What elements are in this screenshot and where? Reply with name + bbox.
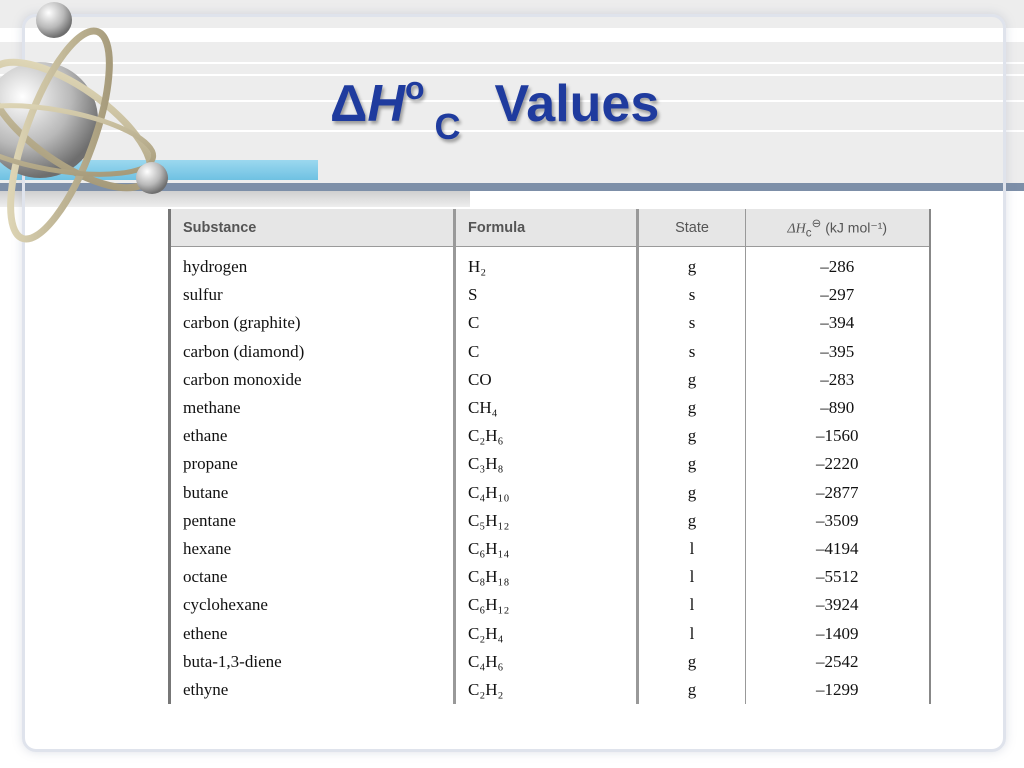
cell-substance: propane (168, 450, 456, 479)
cell-substance: sulfur (168, 281, 456, 310)
title-word: Values (494, 75, 660, 133)
cell-state: l (637, 563, 746, 592)
cell-state: g (637, 478, 746, 507)
table-row: ethene C₂H₄ l –1409 (168, 619, 931, 648)
header-formula: Formula (454, 209, 639, 247)
table-row: butane C₄H₁₀ g –2877 (168, 478, 931, 507)
header-enthalpy-sup: ⊖ (811, 216, 822, 230)
header-enthalpy-unit: (kJ mol⁻¹) (825, 219, 888, 236)
cell-enthalpy: –890 (745, 393, 931, 423)
cell-state: l (637, 534, 746, 564)
cell-formula: C₅H₁₂ (454, 506, 639, 535)
atom-icon (0, 2, 168, 243)
table-row: carbon (graphite) Cs –394 (168, 309, 931, 338)
cell-enthalpy: –1560 (745, 422, 931, 451)
cell-substance: carbon (graphite) (168, 309, 456, 338)
table-header-row: Substance Formula State ΔHc⊖ (kJ mol⁻¹) (168, 209, 931, 247)
header-enthalpy: ΔHc⊖ (kJ mol⁻¹) (745, 209, 931, 247)
table-row: buta-1,3-diene C₄H₆ g –2542 (168, 647, 931, 676)
cell-state: g (637, 675, 746, 704)
cell-enthalpy: –2542 (745, 647, 931, 676)
cell-state: g (637, 422, 746, 451)
cell-state: g (637, 246, 746, 282)
table-row: carbon monoxide CO g –283 (168, 365, 931, 394)
cell-state: s (637, 281, 746, 310)
cell-enthalpy: –395 (745, 337, 931, 366)
cell-formula: H₂ (454, 246, 639, 282)
cell-enthalpy: –2220 (745, 450, 931, 479)
cell-state: g (637, 647, 746, 676)
cell-substance: hydrogen (168, 246, 456, 282)
cell-substance: carbon (diamond) (168, 337, 456, 366)
cell-formula: S (454, 281, 639, 310)
cell-state: g (637, 393, 746, 423)
cell-formula: CH₄ (454, 393, 639, 423)
cell-substance: butane (168, 478, 456, 507)
cell-state: g (637, 365, 746, 394)
cell-enthalpy: –286 (745, 246, 931, 282)
cell-enthalpy: –1409 (745, 619, 931, 648)
table-row: carbon (diamond) Cs –395 (168, 337, 931, 366)
cell-formula: C (454, 309, 639, 338)
cell-enthalpy: –3509 (745, 506, 931, 535)
cell-substance: ethyne (168, 675, 456, 704)
table-row: hydrogen H₂ g –286 (168, 246, 931, 282)
cell-substance: buta-1,3-diene (168, 647, 456, 676)
cell-formula: C₈H₁₈ (454, 563, 639, 592)
cell-state: l (637, 619, 746, 648)
table-row: pentane C₅H₁₂ g –3509 (168, 506, 931, 535)
cell-state: l (637, 591, 746, 620)
cell-substance: methane (168, 393, 456, 423)
cell-formula: C₂H₄ (454, 619, 639, 648)
header-enthalpy-symbol: ΔH (787, 221, 806, 237)
cell-formula: C₂H₆ (454, 422, 639, 451)
cell-substance: ethene (168, 619, 456, 648)
table-row: cyclohexane C₆H₁₂ l –3924 (168, 591, 931, 620)
cell-substance: cyclohexane (168, 591, 456, 620)
title-delta: Δ (330, 75, 368, 133)
header-state: State (637, 209, 746, 247)
title-h: H (367, 75, 405, 133)
table-row: ethyne C₂H₂ g –1299 (168, 675, 931, 704)
cell-formula: C₆H₁₂ (454, 591, 639, 620)
cell-enthalpy: –1299 (745, 675, 931, 704)
cell-substance: carbon monoxide (168, 365, 456, 394)
cell-enthalpy: –4194 (745, 534, 931, 564)
table-row: octane C₈H₁₈ l –5512 (168, 563, 931, 592)
title-subscript: C (434, 106, 461, 147)
cell-formula: C (454, 337, 639, 366)
cell-enthalpy: –2877 (745, 478, 931, 507)
table-row: methane CH₄ g –890 (168, 393, 931, 423)
cell-substance: octane (168, 563, 456, 592)
cell-formula: CO (454, 365, 639, 394)
header-substance: Substance (168, 209, 456, 247)
combustion-table: Substance Formula State ΔHc⊖ (kJ mol⁻¹) … (168, 209, 931, 704)
cell-substance: ethane (168, 422, 456, 451)
slide-title: ΔHoC Values (330, 70, 660, 147)
table-row: hexane C₆H₁₄ l –4194 (168, 534, 931, 564)
cell-state: s (637, 337, 746, 366)
cell-formula: C₃H₈ (454, 450, 639, 479)
cell-enthalpy: –297 (745, 281, 931, 310)
cell-state: g (637, 506, 746, 535)
cell-substance: hexane (168, 534, 456, 564)
cell-enthalpy: –3924 (745, 591, 931, 620)
table-body: hydrogen H₂ g –286 sulfur Ss –297 carbon (graph… (168, 246, 931, 704)
table-row: propane C₃H₈ g –2220 (168, 450, 931, 479)
cell-enthalpy: –283 (745, 365, 931, 394)
cell-formula: C₂H₂ (454, 675, 639, 704)
cell-enthalpy: –394 (745, 309, 931, 338)
table-row: ethane C₂H₆ g –1560 (168, 422, 931, 451)
cell-state: s (637, 309, 746, 338)
cell-formula: C₄H₆ (454, 647, 639, 676)
title-degree: o (404, 70, 425, 106)
cell-formula: C₆H₁₄ (454, 534, 639, 564)
cell-substance: pentane (168, 506, 456, 535)
table-row: sulfur Ss –297 (168, 281, 931, 310)
cell-enthalpy: –5512 (745, 563, 931, 592)
cell-state: g (637, 450, 746, 479)
cell-formula: C₄H₁₀ (454, 478, 639, 507)
